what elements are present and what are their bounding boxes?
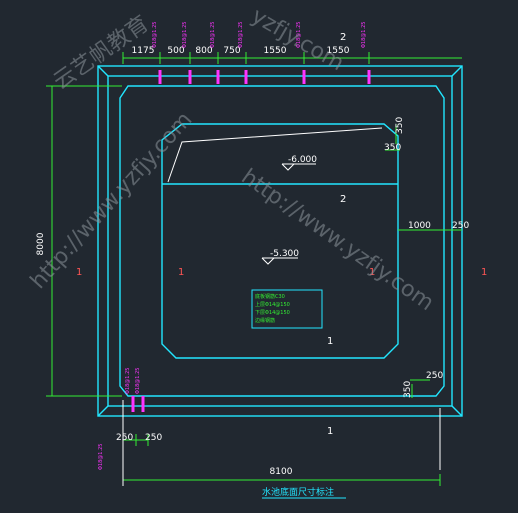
note-line-3: 下层Φ14@150 (255, 310, 290, 316)
inner-pit (161, 123, 399, 359)
dim-bottom-left-a: 250 (116, 433, 133, 443)
note-line-2: 上层Φ14@150 (255, 301, 290, 308)
rebar-tag-top-2: Φ18@1.25 (182, 22, 188, 48)
dim-corner-top-h: 350 (395, 117, 405, 134)
rebar-note-text: 底板钢筋C30 上层Φ14@150 下层Φ14@150 边缘钢筋 (255, 293, 290, 324)
dim-inner-right: 1000 (408, 221, 431, 231)
rebar-tag-top-1: Φ18@1.25 (152, 22, 158, 48)
section-mark-top: 2 (340, 32, 346, 43)
elevation-upper: -6.000 (288, 155, 317, 165)
slope-mark (167, 127, 383, 183)
dim-corner-bottom: 250 (426, 371, 443, 381)
rebar-tag-bottom-2: Φ18@1.25 (135, 368, 141, 394)
corner-line (451, 405, 463, 417)
section-mark-left-inner: 1 (178, 267, 184, 278)
elevation-lower: -5.300 (270, 249, 299, 259)
corner-line (451, 65, 463, 77)
outer-wall-outer-edge (97, 65, 463, 417)
dim-corner-top: 350 (384, 143, 401, 153)
note-line-4: 边缘钢筋 (255, 317, 275, 324)
pit-outline (161, 123, 399, 359)
dim-top-5: 1550 (264, 46, 287, 56)
section-mark-bottom-inside: 1 (327, 336, 333, 347)
dim-bottom-total: 8100 (270, 467, 293, 477)
note-line-1: 底板钢筋C30 (255, 293, 285, 300)
section-mark-right-outer: 1 (481, 267, 487, 278)
drawing-canvas: 1175 500 800 750 1550 1550 250 1000 350 … (26, 4, 487, 499)
section-mark-left-outer: 1 (76, 267, 82, 278)
drawing-title: 水池底面尺寸标注 (262, 486, 334, 498)
rebar-tag-top-3: Φ18@1.25 (210, 22, 216, 48)
section-mark-middle: 2 (340, 194, 346, 205)
rebar-tag-top-4: Φ18@1.25 (238, 22, 244, 48)
rebar-tag-side: Φ18@1.25 (98, 444, 104, 470)
dim-bottom-left-b: 250 (145, 433, 162, 443)
outer-walls (97, 65, 463, 417)
rebar-tag-bottom-1: Φ18@1.25 (125, 368, 131, 394)
section-mark-bottom-outside: 1 (327, 426, 333, 437)
dim-corner-bottom-v: 350 (403, 381, 413, 398)
dim-right: 250 (452, 221, 469, 231)
dim-left-vertical: 8000 (36, 232, 46, 255)
rebar-tag-top-6: Φ18@1.25 (361, 22, 367, 48)
corner-line (97, 405, 109, 417)
